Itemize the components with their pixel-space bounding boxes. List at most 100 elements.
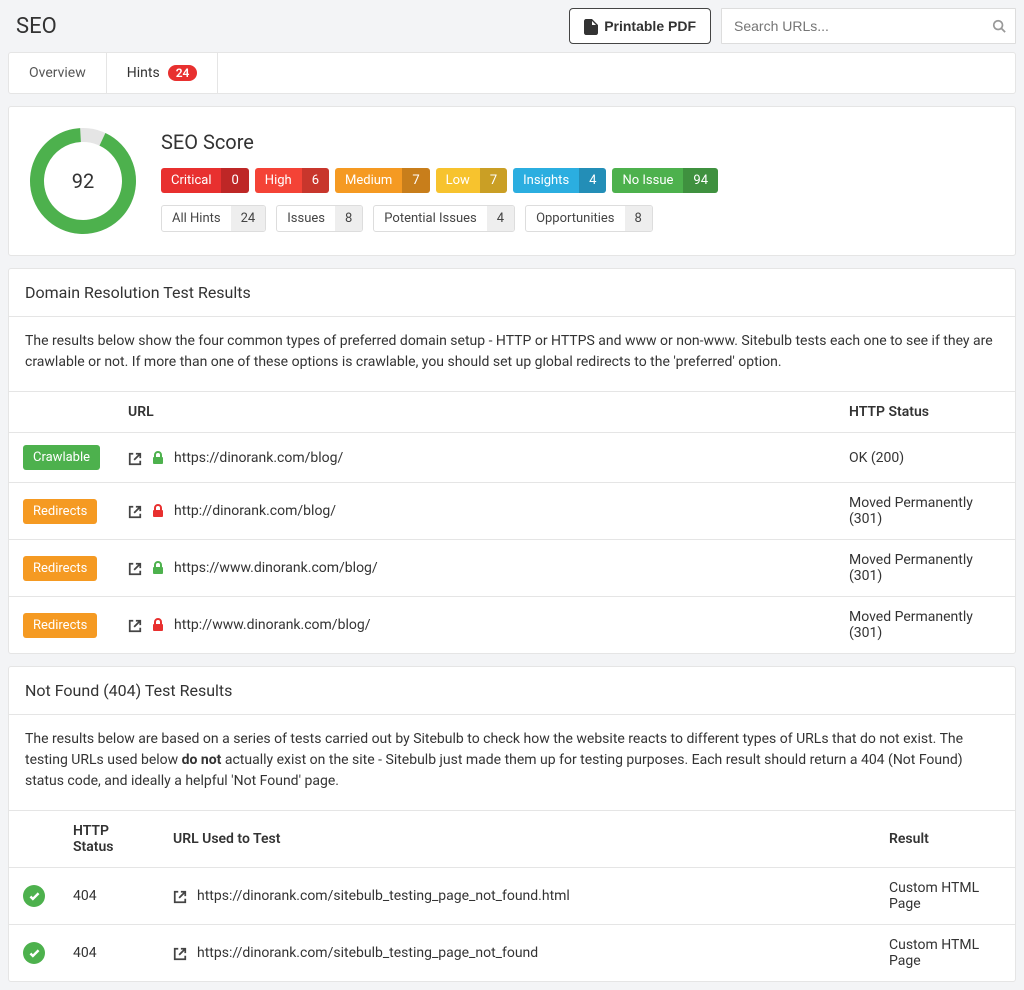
tab-label: Overview bbox=[29, 65, 86, 81]
external-link-icon[interactable] bbox=[128, 504, 142, 518]
badge-medium[interactable]: Medium7 bbox=[335, 168, 430, 193]
badge-label: Critical bbox=[161, 168, 221, 193]
filter-all-hints[interactable]: All Hints24 bbox=[161, 205, 266, 232]
desc-bold: do not bbox=[182, 752, 222, 768]
tab-label: Hints bbox=[127, 65, 160, 81]
filter-badges: All Hints24 Issues8 Potential Issues4 Op… bbox=[161, 205, 995, 232]
badge-count: 6 bbox=[302, 168, 329, 193]
section-heading: Domain Resolution Test Results bbox=[9, 269, 1015, 317]
filter-potential-issues[interactable]: Potential Issues4 bbox=[373, 205, 515, 232]
file-pdf-icon bbox=[584, 17, 598, 34]
filter-count: 4 bbox=[487, 206, 514, 231]
external-link-icon[interactable] bbox=[173, 889, 187, 903]
domain-resolution-section: Domain Resolution Test Results The resul… bbox=[8, 268, 1016, 654]
header-actions: Printable PDF bbox=[569, 8, 1016, 44]
external-link-icon[interactable] bbox=[128, 561, 142, 575]
external-link-icon[interactable] bbox=[128, 451, 142, 465]
badge-label: High bbox=[255, 168, 302, 193]
table-row: 404 https://dinorank.com/sitebulb_testin… bbox=[9, 925, 1015, 982]
status-pill: Redirects bbox=[23, 556, 97, 581]
table-row: Redirects http://dinorank.com/blog/ Move… bbox=[9, 483, 1015, 540]
filter-label: Issues bbox=[277, 206, 335, 231]
external-link-icon[interactable] bbox=[128, 618, 142, 632]
score-info: SEO Score Critical0 High6 Medium7 Low7 I… bbox=[161, 130, 995, 232]
badge-count: 94 bbox=[683, 168, 718, 193]
search-icon[interactable] bbox=[992, 18, 1006, 34]
col-url-tested: URL Used to Test bbox=[159, 811, 875, 868]
page-header: SEO Printable PDF bbox=[8, 8, 1016, 44]
url-text: https://dinorank.com/blog/ bbox=[174, 450, 343, 466]
tabs: Overview Hints 24 bbox=[8, 52, 1016, 94]
col-http-status: HTTP Status bbox=[59, 811, 159, 868]
badge-high[interactable]: High6 bbox=[255, 168, 329, 193]
not-found-section: Not Found (404) Test Results The results… bbox=[8, 666, 1016, 982]
tab-hints[interactable]: Hints 24 bbox=[107, 53, 219, 93]
table-row: Redirects http://www.dinorank.com/blog/ … bbox=[9, 597, 1015, 654]
url-text: https://dinorank.com/sitebulb_testing_pa… bbox=[197, 945, 538, 961]
url-text: https://dinorank.com/sitebulb_testing_pa… bbox=[197, 888, 570, 904]
url-text: https://www.dinorank.com/blog/ bbox=[174, 560, 378, 576]
result-cell: Custom HTML Page bbox=[875, 868, 1015, 925]
badge-label: Insights bbox=[513, 168, 579, 193]
badge-critical[interactable]: Critical0 bbox=[161, 168, 249, 193]
filter-issues[interactable]: Issues8 bbox=[276, 205, 363, 232]
badge-insights[interactable]: Insights4 bbox=[513, 168, 606, 193]
filter-count: 8 bbox=[625, 206, 652, 231]
lock-insecure-icon bbox=[152, 503, 164, 519]
lock-insecure-icon bbox=[152, 617, 164, 633]
score-value: 92 bbox=[72, 169, 94, 193]
url-text: http://dinorank.com/blog/ bbox=[174, 503, 336, 519]
badge-label: No Issue bbox=[612, 168, 683, 193]
filter-label: All Hints bbox=[162, 206, 231, 231]
http-code-cell: 404 bbox=[59, 925, 159, 982]
section-heading: Not Found (404) Test Results bbox=[9, 667, 1015, 715]
hints-count-badge: 24 bbox=[168, 65, 198, 81]
section-description: The results below show the four common t… bbox=[9, 317, 1015, 391]
page-title: SEO bbox=[16, 14, 57, 39]
check-circle-icon bbox=[23, 942, 45, 964]
score-ring: 92 bbox=[29, 127, 137, 235]
table-row: Redirects https://www.dinorank.com/blog/… bbox=[9, 540, 1015, 597]
search-input[interactable] bbox=[721, 8, 1016, 44]
table-row: 404 https://dinorank.com/sitebulb_testin… bbox=[9, 868, 1015, 925]
filter-count: 8 bbox=[335, 206, 362, 231]
check-circle-icon bbox=[23, 885, 45, 907]
filter-opportunities[interactable]: Opportunities8 bbox=[525, 205, 653, 232]
score-title: SEO Score bbox=[161, 130, 995, 154]
score-card: 92 SEO Score Critical0 High6 Medium7 Low… bbox=[8, 106, 1016, 256]
col-result: Result bbox=[875, 811, 1015, 868]
col-url: URL bbox=[114, 392, 835, 433]
domain-resolution-table: URL HTTP Status Crawlable https://dinora… bbox=[9, 391, 1015, 653]
http-status-cell: Moved Permanently (301) bbox=[835, 540, 1015, 597]
badge-noissue[interactable]: No Issue94 bbox=[612, 168, 718, 193]
status-pill: Redirects bbox=[23, 613, 97, 638]
badge-count: 4 bbox=[579, 168, 606, 193]
badge-label: Medium bbox=[335, 168, 402, 193]
http-status-cell: Moved Permanently (301) bbox=[835, 483, 1015, 540]
http-status-cell: Moved Permanently (301) bbox=[835, 597, 1015, 654]
filter-label: Opportunities bbox=[526, 206, 624, 231]
lock-secure-icon bbox=[152, 560, 164, 576]
table-row: Crawlable https://dinorank.com/blog/ OK … bbox=[9, 433, 1015, 483]
badge-count: 7 bbox=[402, 168, 429, 193]
printable-pdf-button[interactable]: Printable PDF bbox=[569, 8, 711, 43]
filter-label: Potential Issues bbox=[374, 206, 486, 231]
search-wrap bbox=[721, 8, 1016, 44]
col-http-status: HTTP Status bbox=[835, 392, 1015, 433]
badge-low[interactable]: Low7 bbox=[436, 168, 508, 193]
not-found-table: HTTP Status URL Used to Test Result 404 … bbox=[9, 810, 1015, 981]
pdf-button-label: Printable PDF bbox=[604, 18, 696, 34]
result-cell: Custom HTML Page bbox=[875, 925, 1015, 982]
section-description: The results below are based on a series … bbox=[9, 715, 1015, 810]
url-text: http://www.dinorank.com/blog/ bbox=[174, 617, 370, 633]
http-status-cell: OK (200) bbox=[835, 433, 1015, 483]
severity-badges: Critical0 High6 Medium7 Low7 Insights4 N… bbox=[161, 168, 995, 193]
filter-count: 24 bbox=[231, 206, 266, 231]
badge-count: 7 bbox=[480, 168, 507, 193]
badge-count: 0 bbox=[221, 168, 248, 193]
http-code-cell: 404 bbox=[59, 868, 159, 925]
lock-secure-icon bbox=[152, 450, 164, 466]
badge-label: Low bbox=[436, 168, 480, 193]
tab-overview[interactable]: Overview bbox=[9, 53, 107, 93]
external-link-icon[interactable] bbox=[173, 946, 187, 960]
